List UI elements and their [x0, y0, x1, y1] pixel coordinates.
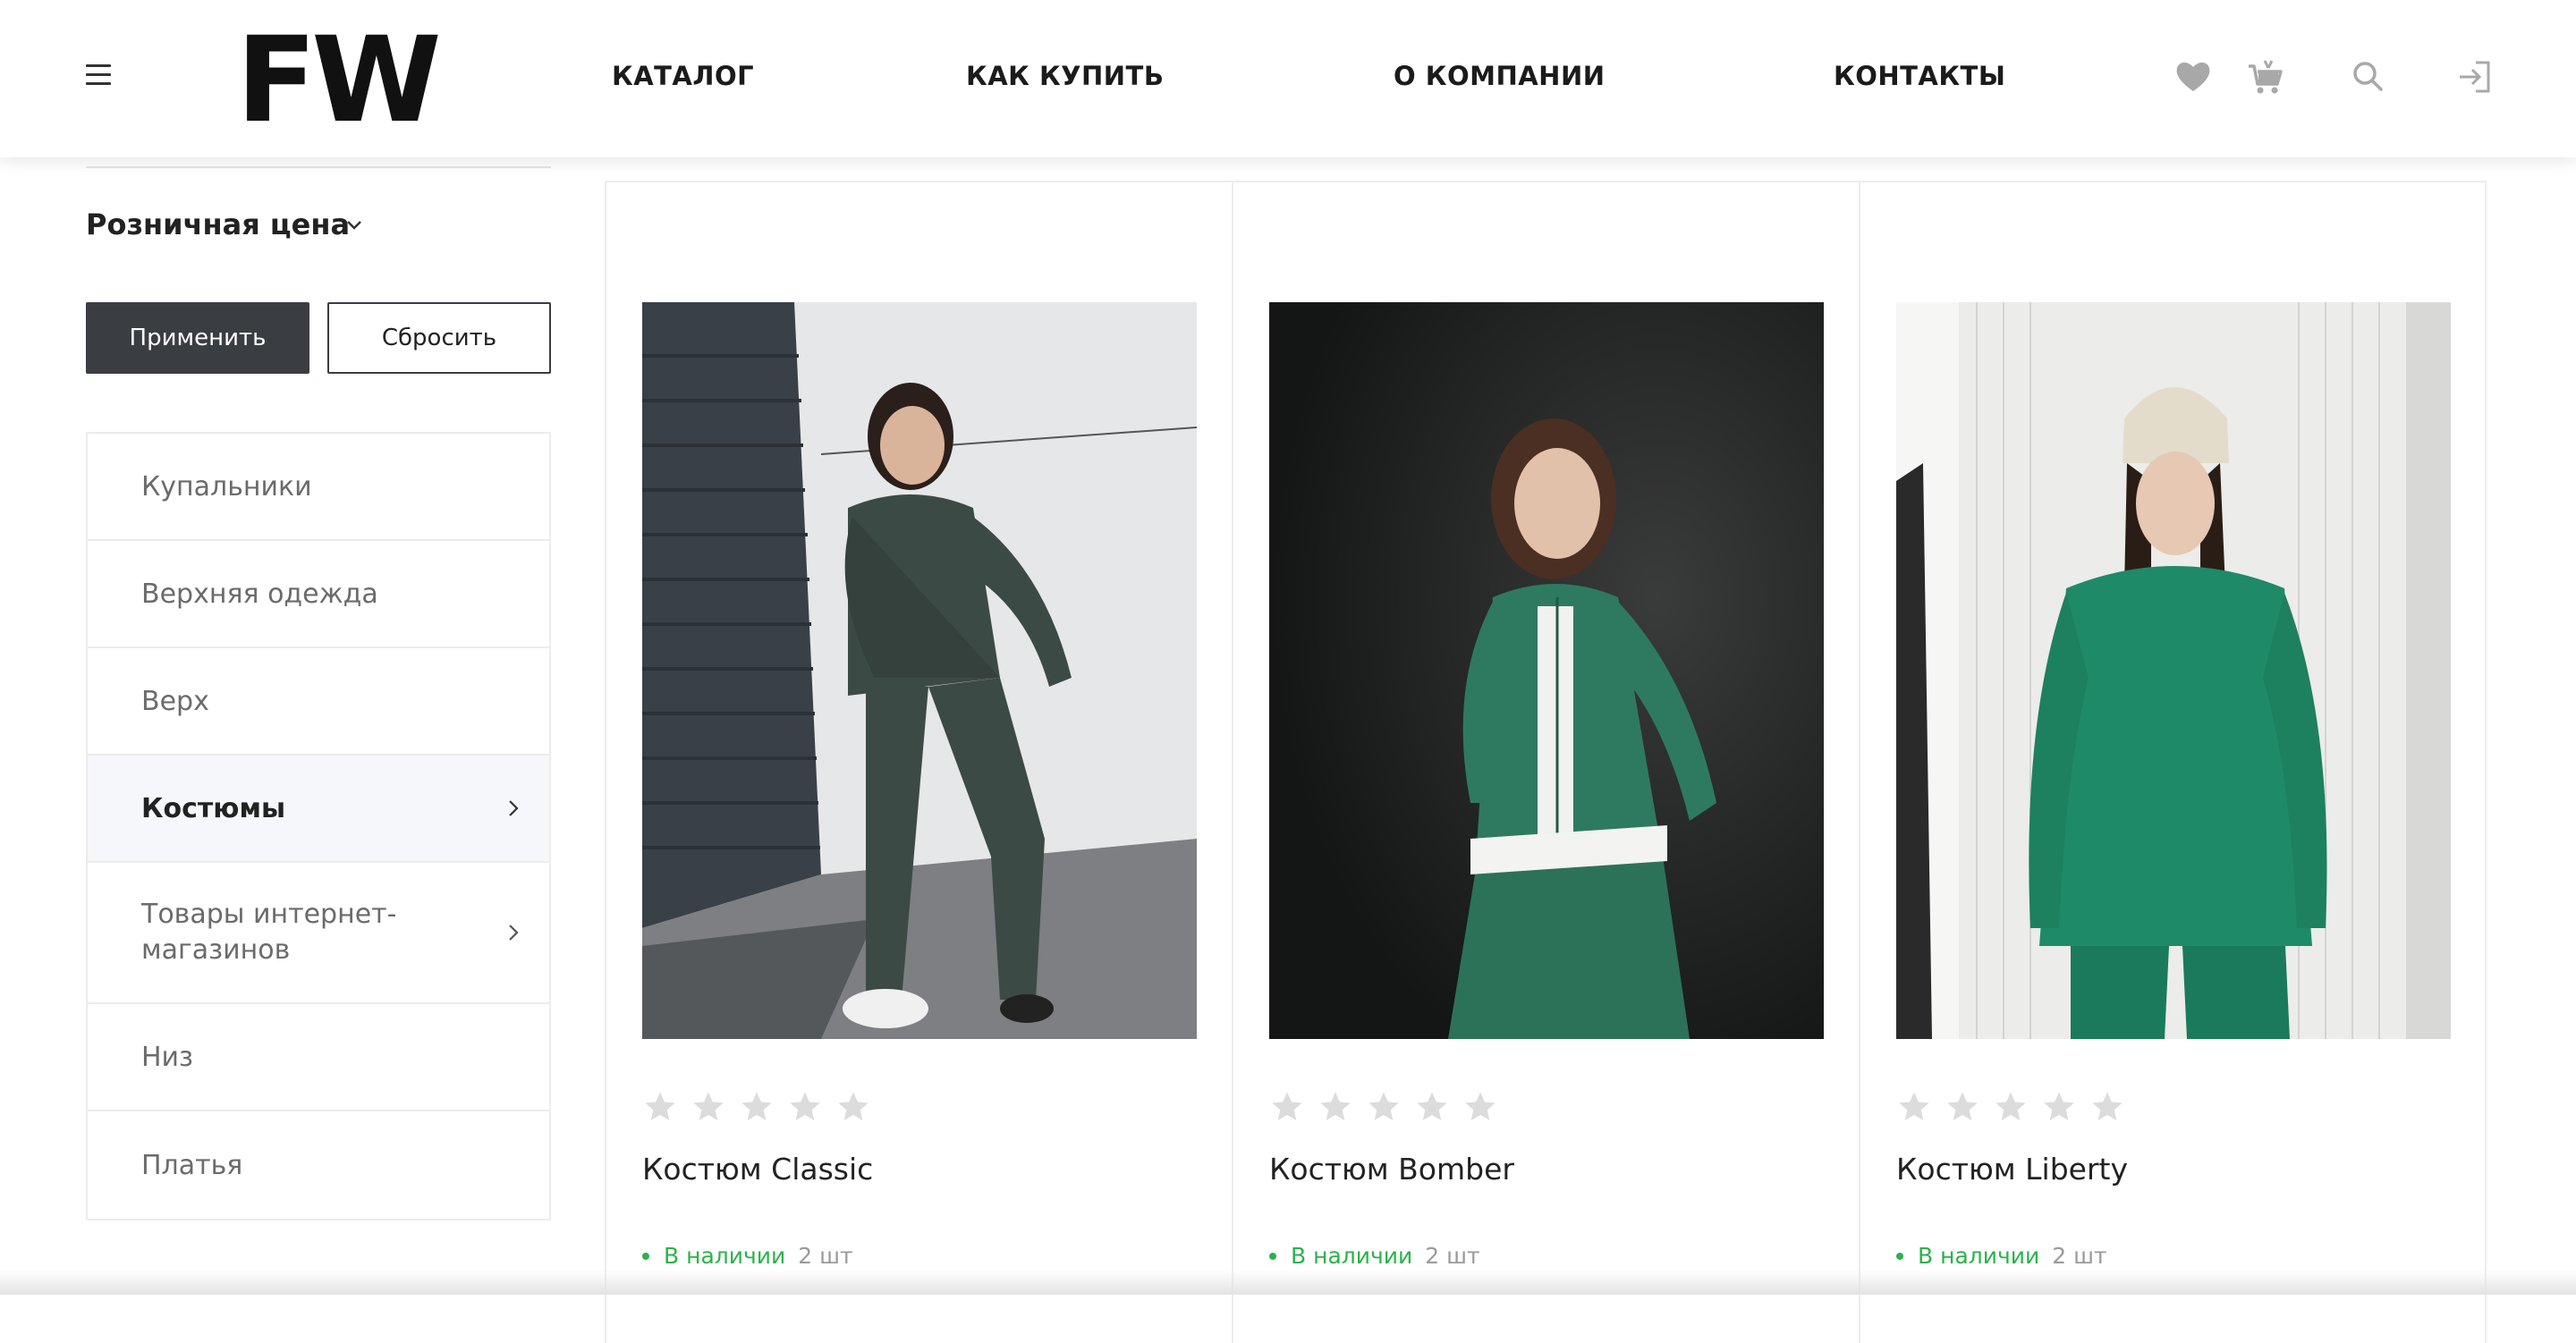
cart-icon[interactable]	[2245, 57, 2284, 97]
category-item-bottoms[interactable]: Низ	[88, 1004, 549, 1111]
star-icon[interactable]	[1414, 1089, 1450, 1125]
in-stock-dot-icon	[642, 1252, 649, 1260]
stock-quantity: 2 шт	[1425, 1243, 1480, 1269]
category-label: Верх	[141, 685, 209, 717]
stock-label: В наличии	[664, 1243, 786, 1269]
product-card: Костюм Classic В наличии 2 шт	[605, 181, 1233, 1343]
chevron-right-icon	[509, 925, 519, 941]
category-label: Товары интернет-магазинов	[141, 899, 397, 966]
product-card: Костюм Bomber В наличии 2 шт	[1232, 181, 1860, 1343]
star-icon[interactable]	[1366, 1089, 1402, 1125]
product-name[interactable]: Костюм Classic	[642, 1152, 873, 1187]
star-icon[interactable]	[1318, 1089, 1353, 1125]
heart-icon[interactable]	[2174, 57, 2213, 97]
product-card: Костюм Liberty В наличии 2 шт	[1859, 181, 2487, 1343]
product-photo[interactable]	[1269, 302, 1824, 1039]
star-icon[interactable]	[1993, 1089, 2029, 1125]
star-icon[interactable]	[1269, 1089, 1305, 1125]
product-photo[interactable]	[1896, 302, 2451, 1039]
site-logo[interactable]: FW	[236, 21, 442, 139]
bottom-shadow	[0, 1270, 2576, 1295]
stock-status: В наличии 2 шт	[1269, 1243, 1480, 1269]
in-stock-dot-icon	[1269, 1252, 1276, 1260]
category-item-online-stores[interactable]: Товары интернет-магазинов	[88, 863, 549, 1004]
star-icon[interactable]	[2089, 1089, 2125, 1125]
star-icon[interactable]	[2041, 1089, 2077, 1125]
star-icon[interactable]	[1945, 1089, 1980, 1125]
category-label: Низ	[141, 1041, 194, 1073]
site-header: FW КАТАЛОГ КАК КУПИТЬ О КОМПАНИИ КОНТАКТ…	[0, 0, 2576, 157]
star-icon[interactable]	[1462, 1089, 1498, 1125]
stock-label: В наличии	[1291, 1243, 1413, 1269]
category-item-swimwear[interactable]: Купальники	[88, 434, 549, 541]
apply-button[interactable]: Применить	[86, 302, 309, 374]
price-filter-label[interactable]: Розничная цена	[86, 207, 350, 241]
star-icon[interactable]	[787, 1089, 823, 1125]
in-stock-dot-icon	[1896, 1252, 1903, 1260]
category-label: Верхняя одежда	[141, 578, 378, 610]
category-list: Купальники Верхняя одежда Верх Костюмы Т…	[86, 432, 551, 1221]
chevron-right-icon	[509, 800, 519, 816]
category-item-tops[interactable]: Верх	[88, 648, 549, 756]
nav-how-to-buy[interactable]: КАК КУПИТЬ	[966, 61, 1164, 91]
login-icon[interactable]	[2454, 57, 2494, 97]
nav-catalog[interactable]: КАТАЛОГ	[612, 61, 754, 91]
category-item-dresses[interactable]: Платья	[88, 1111, 549, 1219]
reset-button[interactable]: Сбросить	[327, 302, 551, 374]
star-icon[interactable]	[642, 1089, 678, 1125]
product-photo[interactable]	[642, 302, 1197, 1039]
chevron-down-icon[interactable]	[343, 215, 365, 236]
category-label: Платья	[141, 1149, 243, 1181]
menu-icon[interactable]	[86, 64, 111, 86]
star-icon[interactable]	[739, 1089, 775, 1125]
stock-quantity: 2 шт	[798, 1243, 853, 1269]
rating-stars[interactable]	[1269, 1089, 1498, 1125]
product-name[interactable]: Костюм Bomber	[1269, 1152, 1514, 1187]
category-item-suits[interactable]: Костюмы	[88, 756, 549, 863]
rating-stars[interactable]	[642, 1089, 871, 1125]
stock-quantity: 2 шт	[2052, 1243, 2107, 1269]
nav-about[interactable]: О КОМПАНИИ	[1394, 61, 1606, 91]
search-icon[interactable]	[2349, 57, 2388, 97]
star-icon[interactable]	[691, 1089, 726, 1125]
category-label: Купальники	[141, 470, 312, 503]
sidebar-divider	[86, 166, 551, 168]
nav-contacts[interactable]: КОНТАКТЫ	[1834, 61, 2005, 91]
stock-label: В наличии	[1918, 1243, 2040, 1269]
category-label: Костюмы	[141, 792, 286, 824]
stock-status: В наличии 2 шт	[1896, 1243, 2107, 1269]
star-icon[interactable]	[1896, 1089, 1932, 1125]
star-icon[interactable]	[835, 1089, 871, 1125]
stock-status: В наличии 2 шт	[642, 1243, 853, 1269]
rating-stars[interactable]	[1896, 1089, 2125, 1125]
product-name[interactable]: Костюм Liberty	[1896, 1152, 2128, 1187]
category-item-outerwear[interactable]: Верхняя одежда	[88, 541, 549, 648]
